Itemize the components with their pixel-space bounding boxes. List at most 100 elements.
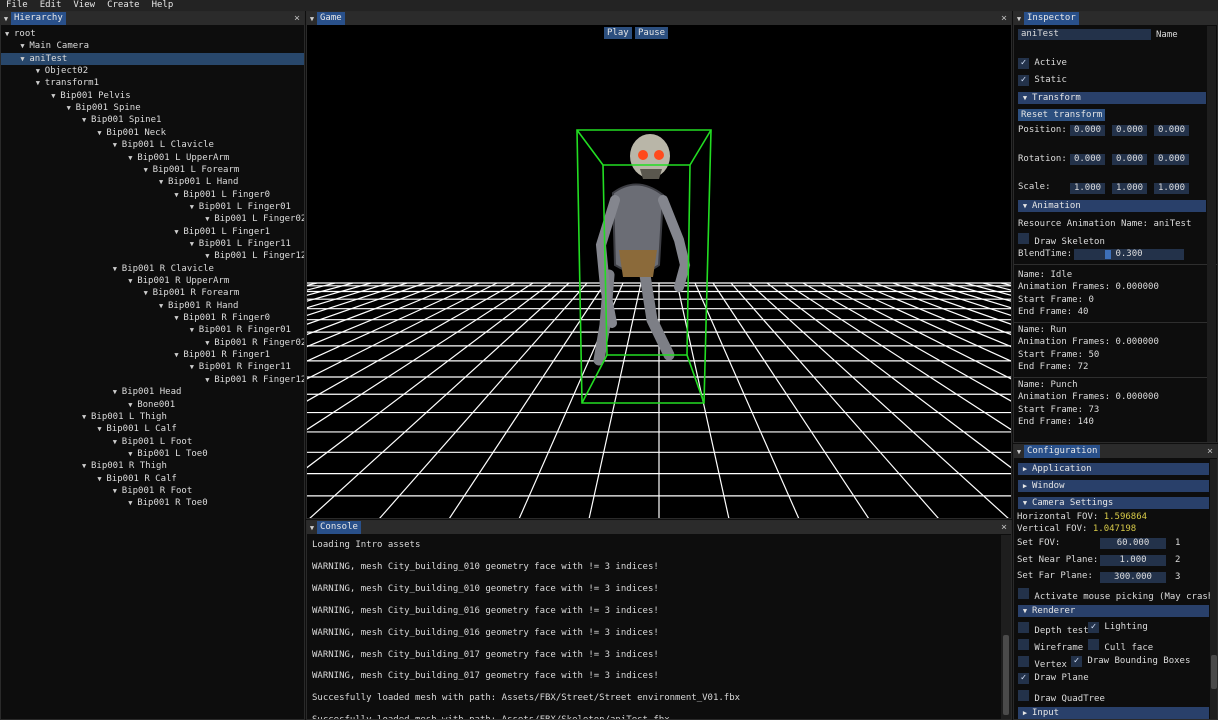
set-fov-field[interactable]: 60.000: [1100, 538, 1166, 549]
tree-expand-arrow-icon[interactable]: ▼: [82, 411, 91, 423]
tree-node[interactable]: ▼ Bip001 L Finger12: [1, 250, 304, 262]
inspector-titlebar[interactable]: ▼ Inspector: [1014, 12, 1217, 25]
game-viewport[interactable]: [307, 25, 1011, 519]
tree-node[interactable]: ▼ Bip001 L Calf: [1, 423, 304, 435]
close-icon[interactable]: ×: [1001, 521, 1007, 534]
tree-node[interactable]: ▼ Bip001 L Finger11: [1, 238, 304, 250]
tree-node[interactable]: ▼ Bip001 R Finger11: [1, 361, 304, 373]
rotation-x-field[interactable]: 0.000: [1070, 154, 1105, 165]
game-titlebar[interactable]: ▼ Game ×: [307, 12, 1011, 25]
tree-expand-arrow-icon[interactable]: ▼: [190, 238, 199, 250]
console-scrollbar[interactable]: [1001, 535, 1011, 719]
tree-node[interactable]: ▼ Bip001 R Finger1: [1, 349, 304, 361]
far-plane-field[interactable]: 300.000: [1100, 572, 1166, 583]
tree-node[interactable]: ▼ Bip001 L Toe0: [1, 448, 304, 460]
inspector-scrollbar[interactable]: [1207, 26, 1216, 442]
tree-expand-arrow-icon[interactable]: ▼: [144, 287, 153, 299]
tree-node[interactable]: ▼ Bip001 L Thigh: [1, 411, 304, 423]
blendtime-slider[interactable]: 0.300: [1074, 249, 1184, 260]
rotation-y-field[interactable]: 0.000: [1112, 154, 1147, 165]
tree-node[interactable]: ▼ Bip001 R Finger0: [1, 312, 304, 324]
tree-expand-arrow-icon[interactable]: ▼: [190, 361, 199, 373]
configuration-scrollbar[interactable]: [1210, 459, 1217, 719]
tree-node[interactable]: ▼ Bip001 R Finger01: [1, 324, 304, 336]
tree-node[interactable]: ▼ Bip001 L Forearm: [1, 164, 304, 176]
tree-node[interactable]: ▼ root: [1, 28, 304, 40]
tree-node[interactable]: ▼ Bip001 Pelvis: [1, 90, 304, 102]
tree-expand-arrow-icon[interactable]: ▼: [51, 90, 60, 102]
animation-header[interactable]: ▼ Animation: [1018, 200, 1206, 212]
static-checkbox[interactable]: ✓: [1018, 75, 1029, 86]
tree-node[interactable]: ▼ Bip001 R Finger12: [1, 374, 304, 386]
tree-node[interactable]: ▼ Bip001 R Toe0: [1, 497, 304, 509]
tree-expand-arrow-icon[interactable]: ▼: [128, 152, 137, 164]
configuration-titlebar[interactable]: ▼ Configuration ×: [1014, 445, 1217, 458]
tree-node[interactable]: ▼ Bip001 R Forearm: [1, 287, 304, 299]
mouse-picking-checkbox[interactable]: [1018, 588, 1029, 599]
tree-expand-arrow-icon[interactable]: ▼: [82, 114, 91, 126]
menu-item-help[interactable]: Help: [146, 0, 180, 11]
tree-expand-arrow-icon[interactable]: ▼: [190, 324, 199, 336]
tree-expand-arrow-icon[interactable]: ▼: [67, 102, 76, 114]
tree-expand-arrow-icon[interactable]: ▼: [36, 77, 45, 89]
tree-expand-arrow-icon[interactable]: ▼: [205, 250, 214, 262]
camera-settings-header[interactable]: ▼ Camera Settings: [1018, 497, 1209, 509]
tree-node[interactable]: ▼ Bone001: [1, 399, 304, 411]
tree-node[interactable]: ▼ Main Camera: [1, 40, 304, 52]
close-icon[interactable]: ×: [294, 12, 300, 25]
tree-node[interactable]: ▼ Bip001 L Finger01: [1, 201, 304, 213]
tree-node[interactable]: ▼ Bip001 L UpperArm: [1, 152, 304, 164]
configuration-scrollbar-thumb[interactable]: [1211, 655, 1217, 689]
tree-expand-arrow-icon[interactable]: ▼: [205, 337, 214, 349]
tree-node[interactable]: ▼ Bip001 R Foot: [1, 485, 304, 497]
tree-expand-arrow-icon[interactable]: ▼: [159, 300, 168, 312]
tree-node[interactable]: ▼ Bip001 L Clavicle: [1, 139, 304, 151]
menu-item-edit[interactable]: Edit: [34, 0, 68, 11]
scale-z-field[interactable]: 1.000: [1154, 183, 1189, 194]
tree-node[interactable]: ▼ Bip001 R UpperArm: [1, 275, 304, 287]
tree-node[interactable]: ▼ transform1: [1, 77, 304, 89]
tree-node[interactable]: ▼ Bip001 L Foot: [1, 436, 304, 448]
cull-face-checkbox[interactable]: [1088, 639, 1099, 650]
pause-button[interactable]: Pause: [635, 27, 669, 39]
tree-expand-arrow-icon[interactable]: ▼: [113, 139, 122, 151]
transform-header[interactable]: ▼ Transform: [1018, 92, 1206, 104]
tree-node[interactable]: ▼ Bip001 Neck: [1, 127, 304, 139]
tree-expand-arrow-icon[interactable]: ▼: [205, 213, 214, 225]
tree-node[interactable]: ▼ Object02: [1, 65, 304, 77]
collapse-arrow-icon[interactable]: ▼: [1, 15, 11, 23]
near-plane-field[interactable]: 1.000: [1100, 555, 1166, 566]
menu-item-view[interactable]: View: [67, 0, 101, 11]
tree-node[interactable]: ▼ Bip001 R Clavicle: [1, 263, 304, 275]
draw-quadtree-checkbox[interactable]: [1018, 690, 1029, 701]
tree-expand-arrow-icon[interactable]: ▼: [113, 485, 122, 497]
scale-x-field[interactable]: 1.000: [1070, 183, 1105, 194]
rotation-z-field[interactable]: 0.000: [1154, 154, 1189, 165]
menu-item-file[interactable]: File: [0, 0, 34, 11]
tree-node[interactable]: ▼ Bip001 Spine: [1, 102, 304, 114]
tree-expand-arrow-icon[interactable]: ▼: [190, 201, 199, 213]
collapse-arrow-icon[interactable]: ▼: [1014, 15, 1024, 23]
depth-test-checkbox[interactable]: [1018, 622, 1029, 633]
tree-node[interactable]: ▼ Bip001 Spine1: [1, 114, 304, 126]
name-input[interactable]: aniTest: [1018, 29, 1151, 40]
draw-plane-checkbox[interactable]: ✓: [1018, 673, 1029, 684]
tree-expand-arrow-icon[interactable]: ▼: [128, 275, 137, 287]
menu-item-create[interactable]: Create: [101, 0, 146, 11]
console-scrollbar-thumb[interactable]: [1003, 635, 1009, 715]
position-z-field[interactable]: 0.000: [1154, 125, 1189, 136]
tree-node[interactable]: ▼ Bip001 L Finger02: [1, 213, 304, 225]
position-y-field[interactable]: 0.000: [1112, 125, 1147, 136]
tree-node[interactable]: ▼ Bip001 R Hand: [1, 300, 304, 312]
tree-expand-arrow-icon[interactable]: ▼: [82, 460, 91, 472]
tree-expand-arrow-icon[interactable]: ▼: [36, 65, 45, 77]
tree-node[interactable]: ▼ Bip001 R Thigh: [1, 460, 304, 472]
application-header[interactable]: ▶ Application: [1018, 463, 1209, 475]
vertex-checkbox[interactable]: [1018, 656, 1029, 667]
tree-expand-arrow-icon[interactable]: ▼: [5, 28, 14, 40]
play-button[interactable]: Play: [604, 27, 632, 39]
console-titlebar[interactable]: ▼ Console ×: [307, 521, 1011, 534]
collapse-arrow-icon[interactable]: ▼: [307, 524, 317, 532]
collapse-arrow-icon[interactable]: ▼: [1014, 448, 1024, 456]
tree-expand-arrow-icon[interactable]: ▼: [128, 448, 137, 460]
